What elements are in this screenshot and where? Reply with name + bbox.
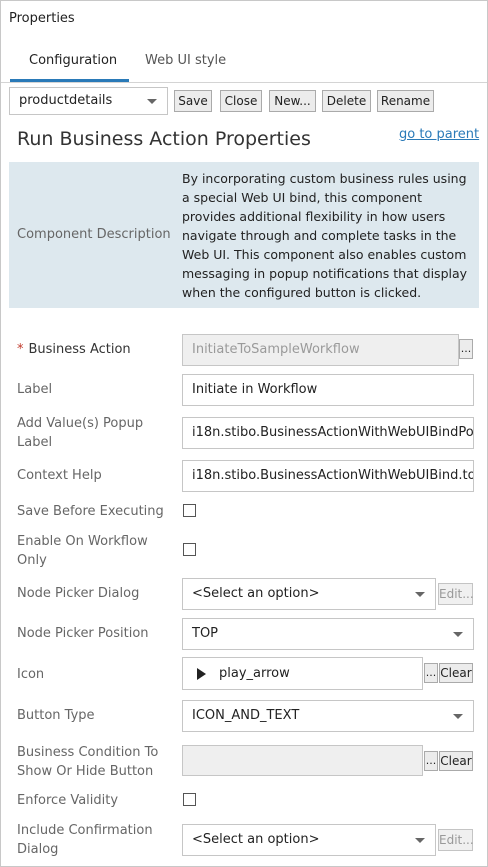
save-before-executing-checkbox[interactable] bbox=[183, 504, 196, 517]
node-picker-position-select[interactable]: TOP bbox=[182, 618, 474, 650]
context-help-label: Context Help bbox=[17, 468, 102, 483]
component-description-label: Component Description bbox=[17, 227, 171, 242]
enable-on-workflow-only-checkbox[interactable] bbox=[183, 543, 196, 556]
page-title: Run Business Action Properties bbox=[17, 128, 311, 150]
chevron-down-icon bbox=[453, 714, 463, 719]
icon-value: play_arrow bbox=[219, 666, 290, 681]
chevron-down-icon bbox=[147, 99, 157, 104]
go-to-parent-link[interactable]: go to parent bbox=[399, 127, 479, 142]
button-type-select[interactable]: ICON_AND_TEXT bbox=[182, 700, 474, 732]
business-action-browse-button[interactable]: ... bbox=[459, 339, 473, 359]
business-action-label: * Business Action bbox=[17, 342, 131, 357]
node-picker-position-label: Node Picker Position bbox=[17, 626, 149, 641]
chevron-down-icon bbox=[453, 632, 463, 637]
close-button[interactable]: Close bbox=[220, 90, 262, 112]
enforce-validity-label: Enforce Validity bbox=[17, 793, 119, 808]
add-values-popup-label-label: Add Value(s) Popup Label bbox=[17, 416, 144, 450]
context-help-input[interactable]: i18n.stibo.BusinessActionWithWebUIBind.t… bbox=[182, 460, 474, 492]
delete-button[interactable]: Delete bbox=[322, 90, 371, 112]
label-input[interactable]: Initiate in Workflow bbox=[182, 374, 474, 406]
save-before-executing-label: Save Before Executing bbox=[17, 504, 164, 519]
include-confirmation-dialog-select[interactable]: <Select an option> bbox=[182, 824, 436, 856]
icon-browse-button[interactable]: ... bbox=[424, 663, 438, 683]
tab-web-ui-style[interactable]: Web UI style bbox=[145, 53, 226, 68]
component-select[interactable]: productdetails bbox=[9, 87, 168, 115]
icon-field[interactable]: play_arrow bbox=[182, 657, 423, 690]
component-select-value: productdetails bbox=[19, 93, 113, 108]
chevron-down-icon bbox=[415, 838, 425, 843]
business-condition-browse-button[interactable]: ... bbox=[424, 751, 438, 771]
business-condition-field[interactable] bbox=[182, 745, 423, 776]
node-picker-position-value: TOP bbox=[192, 626, 219, 641]
node-picker-dialog-value: <Select an option> bbox=[192, 586, 320, 601]
save-button[interactable]: Save bbox=[174, 90, 212, 112]
tab-configuration[interactable]: Configuration bbox=[29, 53, 117, 68]
tab-divider bbox=[1, 82, 487, 83]
add-values-popup-label-input[interactable]: i18n.stibo.BusinessActionWithWebUIBindPo… bbox=[182, 417, 474, 449]
include-confirmation-dialog-label: Include Confirmation Dialog bbox=[17, 823, 153, 857]
play-arrow-icon bbox=[197, 668, 206, 680]
panel-title: Properties bbox=[9, 11, 75, 26]
button-type-value: ICON_AND_TEXT bbox=[192, 708, 300, 723]
node-picker-dialog-select[interactable]: <Select an option> bbox=[182, 578, 436, 610]
include-confirmation-dialog-edit-button[interactable]: Edit... bbox=[438, 829, 474, 851]
enable-on-workflow-only-label: Enable On Workflow Only bbox=[17, 534, 148, 568]
label-label: Label bbox=[17, 382, 53, 397]
enforce-validity-checkbox[interactable] bbox=[183, 793, 196, 806]
node-picker-dialog-edit-button[interactable]: Edit... bbox=[438, 583, 474, 605]
new-button[interactable]: New... bbox=[269, 90, 316, 112]
component-description-text: By incorporating custom business rules u… bbox=[182, 171, 468, 300]
required-marker: * bbox=[17, 342, 24, 357]
node-picker-dialog-label: Node Picker Dialog bbox=[17, 586, 140, 601]
chevron-down-icon bbox=[415, 592, 425, 597]
business-action-field[interactable]: InitiateToSampleWorkflow bbox=[182, 334, 459, 366]
button-type-label: Button Type bbox=[17, 708, 95, 723]
icon-clear-button[interactable]: Clear bbox=[439, 663, 473, 683]
business-condition-clear-button[interactable]: Clear bbox=[439, 751, 473, 771]
business-condition-label: Business Condition To Show Or Hide Butto… bbox=[17, 745, 159, 779]
include-confirmation-dialog-value: <Select an option> bbox=[192, 832, 320, 847]
icon-label: Icon bbox=[17, 667, 45, 682]
rename-button[interactable]: Rename bbox=[377, 90, 434, 112]
